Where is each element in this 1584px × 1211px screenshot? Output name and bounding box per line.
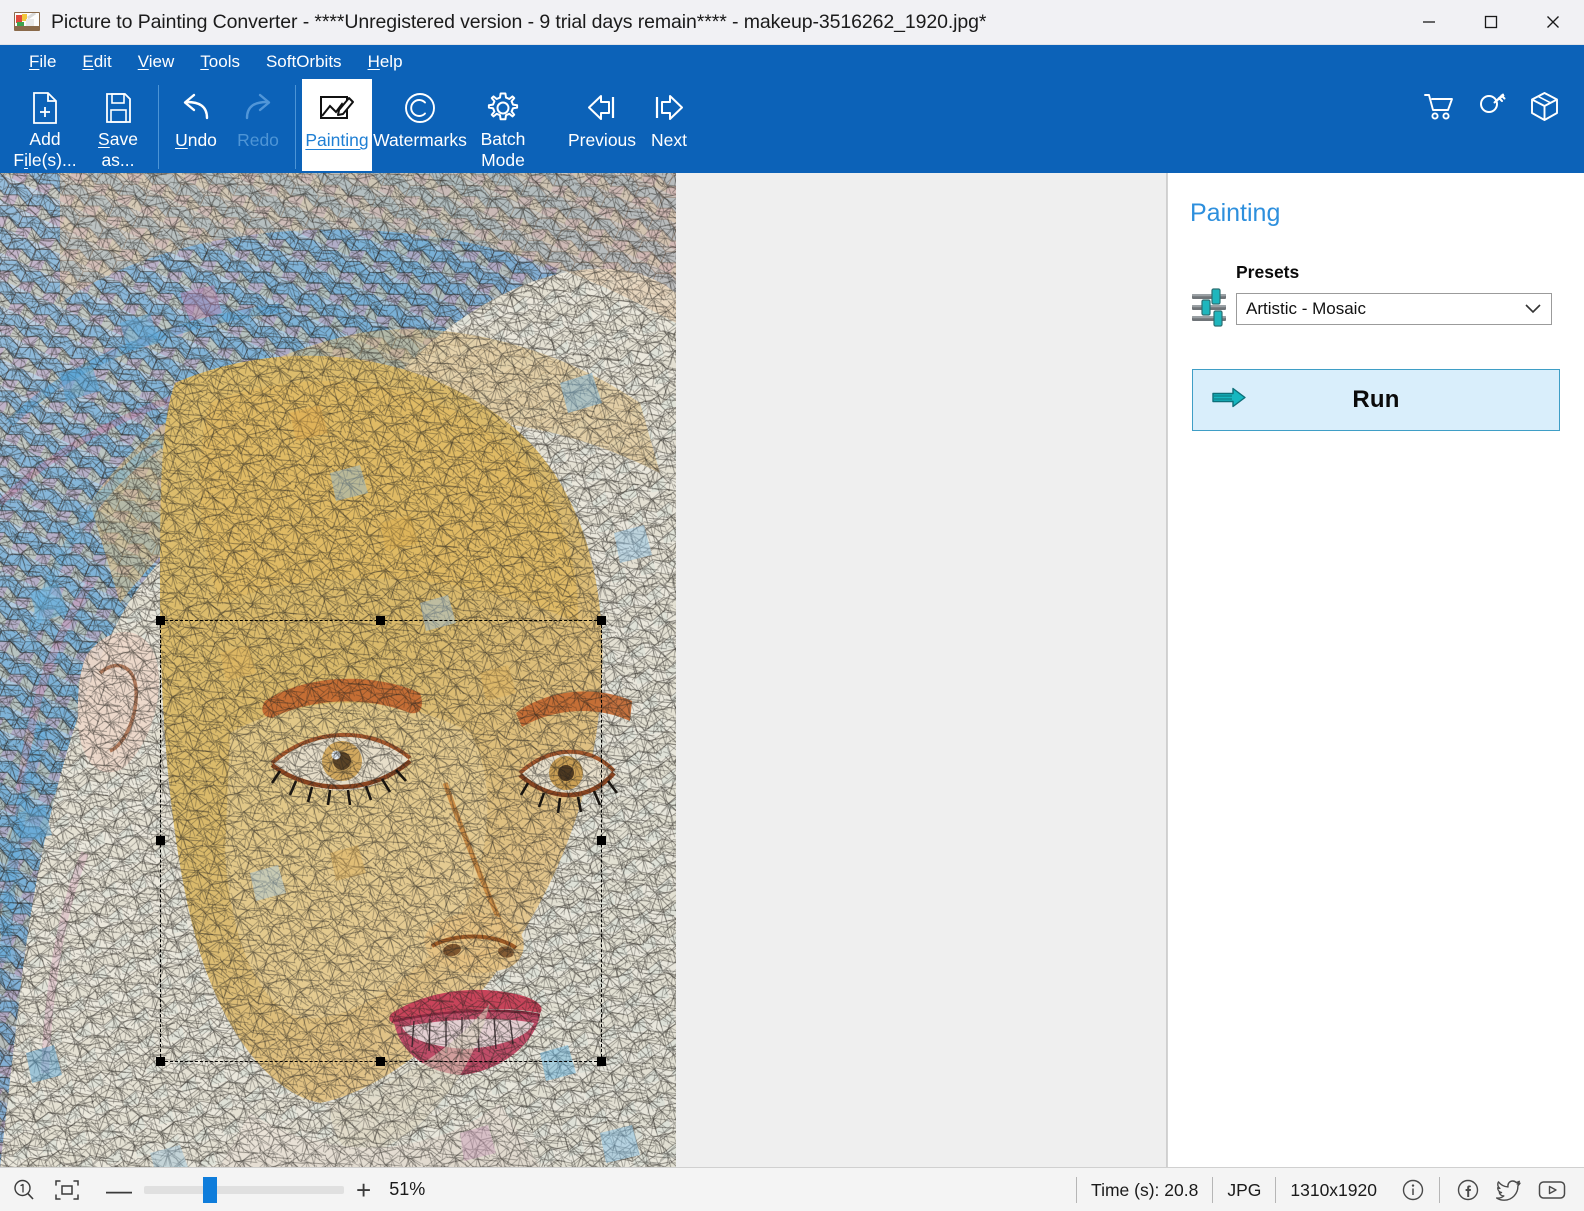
undo-arrow-icon — [177, 88, 215, 128]
toolbar-batch-mode[interactable]: BatchMode — [468, 79, 538, 171]
toolbar-previous[interactable]: Previous — [564, 79, 640, 171]
zoom-out-button[interactable]: — — [106, 1177, 132, 1203]
toolbar-next[interactable]: Next — [640, 79, 698, 171]
fit-to-window-icon[interactable] — [54, 1179, 80, 1201]
toolbar-watermarks[interactable]: Watermarks — [372, 79, 468, 171]
zoom-percent-label: 51% — [389, 1179, 425, 1200]
info-circle-icon[interactable] — [1401, 1178, 1425, 1202]
window-controls — [1398, 0, 1584, 44]
status-bar: — + 51% Time (s): 20.8 JPG 1310x1920 — [0, 1167, 1584, 1211]
shopping-cart-icon[interactable] — [1423, 92, 1455, 122]
copyright-icon — [403, 88, 437, 128]
toolbar-painting[interactable]: Painting — [302, 79, 372, 171]
ribbon: FFileile Edit View Tools SoftOrbits Help… — [0, 45, 1584, 173]
application-window: Picture to Painting Converter - ****Unre… — [0, 0, 1584, 1211]
next-arrow-icon — [651, 88, 687, 128]
menu-file[interactable]: FFileile — [18, 50, 67, 74]
toolbar: AddFile(s)... Saveas... — [0, 79, 1584, 173]
redo-arrow-icon — [239, 88, 277, 128]
youtube-icon[interactable] — [1538, 1179, 1566, 1201]
preset-dropdown[interactable]: Artistic - Mosaic — [1236, 293, 1552, 325]
toolbar-previous-label: Previous — [568, 130, 636, 151]
toolbar-separator-2 — [295, 85, 296, 169]
facebook-icon[interactable] — [1456, 1178, 1480, 1202]
chevron-down-icon — [1525, 299, 1541, 319]
toolbar-redo[interactable]: Redo — [227, 79, 289, 171]
toolbar-separator-1 — [158, 85, 159, 169]
zoom-in-button[interactable]: + — [356, 1177, 371, 1203]
sliders-icon — [1190, 262, 1236, 333]
image-dimensions-label: 1310x1920 — [1290, 1180, 1377, 1201]
save-icon — [103, 88, 133, 127]
zoom-100-icon[interactable] — [12, 1178, 36, 1202]
minimize-button[interactable] — [1398, 0, 1460, 44]
gear-icon — [485, 88, 521, 127]
presets-label: Presets — [1236, 262, 1552, 283]
ribbon-right-icons — [1423, 91, 1560, 122]
zoom-slider[interactable] — [144, 1186, 344, 1194]
processing-time-label: Time (s): 20.8 — [1091, 1180, 1198, 1201]
mosaic-portrait-preview — [0, 173, 676, 1167]
presets-block: Presets Artistic - Mosaic — [1168, 262, 1584, 333]
painting-panel: Painting — [1167, 173, 1584, 1167]
toolbar-save-as[interactable]: Saveas... — [84, 79, 152, 171]
run-arrow-icon — [1211, 386, 1247, 415]
toolbar-batch-mode-label: BatchMode — [481, 129, 526, 171]
toolbar-save-as-label: Saveas... — [98, 129, 138, 171]
toolbar-undo[interactable]: Undo — [165, 79, 227, 171]
toolbar-next-label: Next — [651, 130, 687, 151]
main-area: Painting — [0, 173, 1584, 1167]
title-bar: Picture to Painting Converter - ****Unre… — [0, 0, 1584, 45]
key-icon[interactable] — [1477, 92, 1507, 122]
menu-bar: FFileile Edit View Tools SoftOrbits Help — [0, 45, 1584, 79]
add-file-icon — [30, 88, 60, 127]
panel-title: Painting — [1168, 173, 1584, 228]
package-box-icon[interactable] — [1529, 91, 1560, 122]
zoom-slider-thumb[interactable] — [203, 1177, 217, 1203]
status-separator-1 — [1076, 1177, 1077, 1203]
image-canvas[interactable] — [0, 173, 1167, 1167]
toolbar-painting-label: Painting — [305, 130, 368, 151]
toolbar-add-files[interactable]: AddFile(s)... — [6, 79, 84, 171]
window-title: Picture to Painting Converter - ****Unre… — [51, 11, 986, 34]
run-button-label: Run — [1193, 386, 1559, 414]
menu-softorbits[interactable]: SoftOrbits — [255, 50, 353, 74]
run-button[interactable]: Run — [1192, 369, 1560, 431]
twitter-bird-icon[interactable] — [1496, 1178, 1522, 1202]
status-separator-4 — [1439, 1177, 1440, 1203]
presets-field-group: Presets Artistic - Mosaic — [1236, 262, 1584, 325]
status-separator-3 — [1275, 1177, 1276, 1203]
toolbar-watermarks-label: Watermarks — [373, 130, 467, 151]
picture-pencil-icon — [317, 88, 357, 128]
status-right-group: Time (s): 20.8 JPG 1310x1920 — [1062, 1168, 1570, 1211]
menu-tools[interactable]: Tools — [189, 50, 251, 74]
maximize-button[interactable] — [1460, 0, 1522, 44]
toolbar-add-files-label: AddFile(s)... — [13, 129, 76, 171]
toolbar-redo-label: Redo — [237, 130, 279, 151]
close-button[interactable] — [1522, 0, 1584, 44]
menu-edit[interactable]: Edit — [71, 50, 122, 74]
menu-view[interactable]: View — [127, 50, 186, 74]
previous-arrow-icon — [584, 88, 620, 128]
app-icon — [14, 10, 40, 34]
toolbar-undo-label: Undo — [175, 130, 217, 151]
status-separator-2 — [1212, 1177, 1213, 1203]
preset-selected-value: Artistic - Mosaic — [1246, 299, 1366, 319]
menu-help[interactable]: Help — [357, 50, 414, 74]
file-format-label: JPG — [1227, 1180, 1261, 1201]
